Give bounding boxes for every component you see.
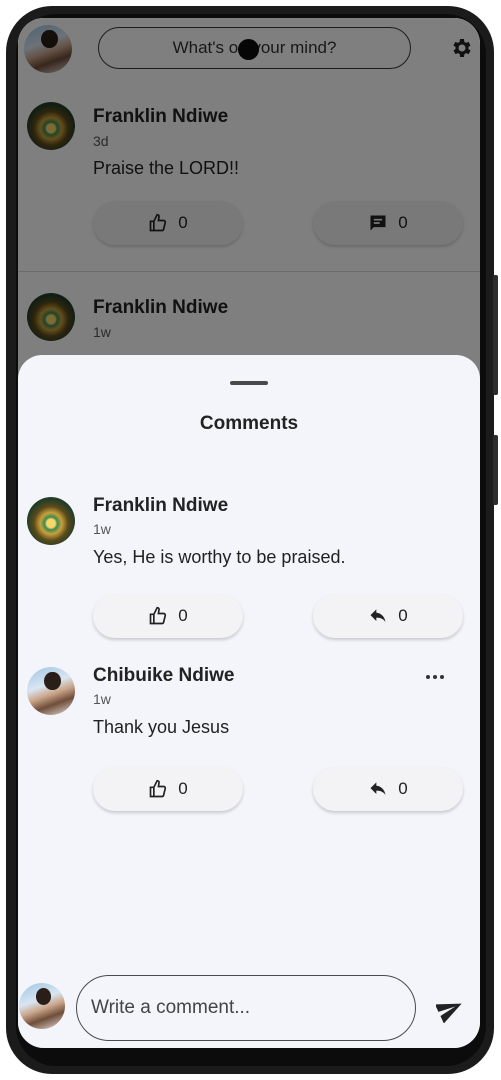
comment-author-avatar[interactable] [27, 667, 75, 715]
comment-item: Franklin Ndiwe 1w Yes, He is worthy to b… [18, 495, 480, 645]
comment-author-avatar[interactable] [27, 497, 75, 545]
comment-time: 1w [93, 521, 111, 537]
comment-text: Thank you Jesus [93, 717, 230, 737]
comment-time: 1w [93, 691, 111, 707]
thumb-up-icon [149, 606, 167, 625]
power-button [493, 435, 498, 505]
phone-screen: What's on your mind? Franklin Ndiwe 3d P… [18, 18, 480, 1048]
comment-like-button[interactable]: 0 [93, 594, 243, 638]
comment-like-count: 0 [178, 606, 188, 625]
send-icon[interactable] [436, 995, 464, 1023]
comment-composer [18, 975, 480, 1048]
comment-reply-count: 0 [398, 779, 408, 798]
sheet-title: Comments [199, 413, 299, 434]
current-user-avatar [19, 983, 65, 1029]
comment-like-button[interactable]: 0 [93, 767, 243, 811]
front-camera [238, 39, 259, 60]
reply-icon [370, 782, 386, 795]
comment-text: Yes, He is worthy to be praised. [93, 547, 346, 567]
thumb-up-icon [149, 779, 167, 798]
comment-reply-count: 0 [398, 606, 408, 625]
comment-author-name[interactable]: Franklin Ndiwe [93, 495, 228, 517]
comment-author-name[interactable]: Chibuike Ndiwe [93, 665, 234, 687]
drag-handle[interactable] [230, 381, 268, 385]
reply-icon [370, 609, 386, 622]
comments-sheet: Comments Franklin Ndiwe 1w Yes, He is wo… [18, 355, 480, 1048]
comment-item: Chibuike Ndiwe 1w Thank you Jesus 0 0 [18, 665, 480, 815]
comment-reply-button[interactable]: 0 [313, 594, 463, 638]
comment-reply-button[interactable]: 0 [313, 767, 463, 811]
volume-button [493, 275, 498, 395]
more-horizontal-icon[interactable] [422, 667, 448, 687]
comment-like-count: 0 [178, 779, 188, 798]
comment-input[interactable] [76, 975, 416, 1041]
